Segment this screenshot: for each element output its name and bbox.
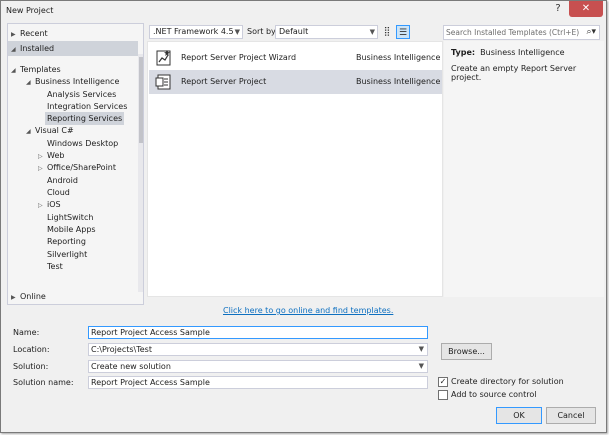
report-wizard-icon: [156, 50, 171, 66]
chevron-down-icon[interactable]: ▼: [419, 361, 424, 372]
add-source-control-label: Add to source control: [451, 390, 537, 399]
tree-item-business-intelligence[interactable]: ◢ Business Intelligence: [26, 75, 119, 88]
close-button[interactable]: ✕: [569, 1, 603, 17]
location-label: Location:: [13, 345, 50, 354]
chevron-down-icon: ▼: [234, 28, 240, 36]
collapse-arrow-icon[interactable]: ◢: [26, 76, 35, 89]
chevron-down-icon[interactable]: ▼: [419, 344, 424, 355]
solution-label: Solution:: [13, 362, 49, 371]
expand-arrow-icon[interactable]: ▶: [11, 290, 20, 304]
cancel-button[interactable]: Cancel: [546, 407, 596, 424]
online-templates-link[interactable]: Click here to go online and find templat…: [223, 306, 393, 315]
search-input[interactable]: [446, 27, 582, 38]
expand-arrow-icon[interactable]: ▷: [38, 162, 47, 175]
solution-select[interactable]: Create new solution ▼: [88, 360, 428, 373]
template-category: Business Intelligence: [356, 53, 441, 62]
tree-scrollbar-thumb[interactable]: [139, 57, 143, 143]
chevron-down-icon: ▼: [369, 28, 375, 36]
framework-select[interactable]: .NET Framework 4.5 ▼: [149, 25, 243, 39]
collapse-arrow-icon[interactable]: ◢: [11, 64, 20, 77]
template-row[interactable]: Report Server Project Wizard Business In…: [149, 46, 442, 70]
template-list: Report Server Project Wizard Business In…: [147, 41, 443, 297]
name-field[interactable]: Report Project Access Sample: [88, 326, 428, 339]
dialog-title: New Project: [6, 6, 54, 15]
template-toolbar: .NET Framework 4.5 ▼ Sort by: Default ▼ …: [147, 23, 443, 41]
sort-by-label: Sort by:: [247, 27, 278, 36]
tree-item-visual-csharp[interactable]: ◢ Visual C#: [26, 124, 74, 137]
help-button[interactable]: ?: [549, 1, 567, 17]
search-box[interactable]: ⌕▾: [443, 25, 600, 40]
list-view-button[interactable]: ☰: [396, 25, 410, 39]
create-directory-label: Create directory for solution: [451, 377, 564, 386]
sort-by-select[interactable]: Default ▼: [275, 25, 378, 39]
template-details: Type: Business Intelligence Create an em…: [444, 41, 604, 297]
ok-button[interactable]: OK: [496, 407, 542, 424]
grid-view-icon: ⣿: [383, 27, 391, 37]
solution-name-label: Solution name:: [13, 378, 74, 387]
template-category: Business Intelligence: [356, 77, 441, 86]
location-field[interactable]: C:\Projects\Test ▼: [88, 343, 428, 356]
tree-item-office-sharepoint[interactable]: ▷ Office/SharePoint: [38, 161, 116, 174]
list-view-icon: ☰: [398, 28, 408, 38]
small-icons-view-button[interactable]: ⣿: [380, 25, 394, 39]
solution-name-field[interactable]: Report Project Access Sample: [88, 376, 428, 389]
template-row[interactable]: Report Server Project Business Intellige…: [149, 70, 442, 94]
tree-item-reporting[interactable]: Reporting: [47, 235, 86, 248]
expand-arrow-icon[interactable]: ▷: [38, 199, 47, 212]
template-name: Report Server Project: [181, 77, 267, 86]
details-type: Type: Business Intelligence: [451, 48, 565, 57]
add-source-control-checkbox[interactable]: [438, 390, 448, 400]
template-tree: ▶ Recent ◢ Installed ◢ Templates ◢ Business …: [7, 23, 144, 305]
tree-item-online[interactable]: ▶ Online: [8, 289, 138, 304]
tree-item-ios[interactable]: ▷ iOS: [38, 198, 61, 211]
report-project-icon: [155, 74, 171, 90]
search-icon[interactable]: ⌕▾: [586, 26, 596, 39]
collapse-arrow-icon[interactable]: ◢: [11, 42, 20, 57]
tree-item-installed[interactable]: ◢ Installed: [8, 41, 138, 56]
checkmark-icon: ✓: [439, 377, 447, 386]
create-directory-checkbox[interactable]: ✓: [438, 377, 448, 387]
collapse-arrow-icon[interactable]: ◢: [26, 125, 35, 138]
tree-item-recent[interactable]: ▶ Recent: [8, 26, 138, 41]
tree-item-test[interactable]: Test: [47, 260, 63, 273]
template-name: Report Server Project Wizard: [181, 53, 297, 62]
details-description: Create an empty Report Server project.: [451, 64, 577, 82]
new-project-dialog: New Project ? ✕ ▶ Recent ◢ Installed ◢ Temp…: [0, 0, 607, 433]
name-label: Name:: [13, 328, 40, 337]
browse-button[interactable]: Browse...: [441, 343, 492, 360]
title-bar: New Project ? ✕: [1, 1, 606, 23]
expand-arrow-icon[interactable]: ▶: [11, 27, 20, 42]
